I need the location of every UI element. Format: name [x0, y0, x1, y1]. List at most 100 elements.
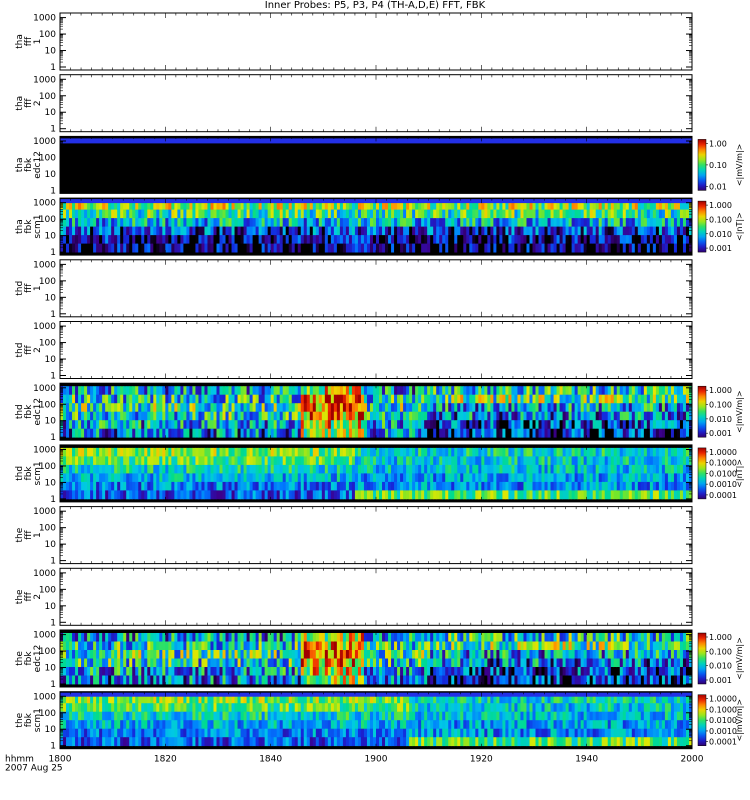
spectrogram-cell [481, 464, 485, 474]
spectrogram-cell [448, 386, 452, 396]
spectrogram-cell [192, 428, 196, 438]
spectrogram-cell [297, 243, 302, 253]
spectrogram-cell [339, 428, 344, 438]
spectrogram-cell [508, 428, 512, 438]
spectrogram-cell [430, 447, 434, 457]
spectrogram-cell [246, 490, 250, 500]
spectrogram-cell [514, 456, 518, 466]
spectrogram-cell [397, 218, 401, 227]
y-tick-label: 1000 [33, 260, 56, 270]
spectrogram-cell [520, 403, 524, 413]
spectrogram-cell [108, 386, 112, 396]
spectrogram-cell [475, 243, 479, 253]
spectrogram-cell [556, 456, 560, 466]
spectrogram-cell [213, 226, 217, 236]
spectrogram-cell [318, 394, 323, 404]
spectrogram-cell [318, 235, 323, 244]
spectrogram-cell [81, 464, 85, 474]
spectrogram-cell [84, 386, 88, 396]
spectrogram-cell [436, 420, 440, 430]
spectrogram-cell [255, 403, 260, 413]
spectrogram-cell [186, 386, 190, 396]
spectrogram-cell [330, 420, 335, 430]
spectrogram-cell [252, 403, 257, 413]
spectrogram-cell [385, 420, 389, 430]
spectrogram-cell [676, 428, 681, 438]
spectrogram-cell [427, 490, 431, 500]
spectrogram-cell [553, 490, 557, 500]
spectrogram-cell [379, 209, 383, 219]
spectrogram-cell [670, 226, 675, 236]
spectrogram-cell [279, 473, 284, 483]
spectrogram-cell [469, 456, 473, 466]
spectrogram-cell [213, 411, 217, 421]
spectrogram-cell [159, 226, 163, 236]
spectrogram-cell [90, 447, 94, 457]
spectrogram-cell [84, 473, 88, 483]
spectrogram-cell [502, 209, 506, 219]
spectrogram-cell [99, 386, 103, 396]
spectrogram-cell [571, 411, 576, 421]
spectrogram-cell [394, 481, 398, 491]
spectrogram-cell [592, 447, 597, 457]
spectrogram-cell [267, 464, 272, 474]
spectrogram-cell [379, 386, 383, 396]
spectrogram-cell [418, 394, 422, 404]
spectrogram-cell [237, 481, 241, 491]
spectrogram-cell [297, 226, 302, 236]
spectrogram-cell [418, 218, 422, 227]
spectrogram-cell [562, 464, 566, 474]
spectrogram-cell [400, 394, 404, 404]
spectrogram-cell [222, 447, 226, 457]
spectrogram-cell [499, 428, 503, 438]
spectrogram-cell [652, 411, 657, 421]
spectrogram-cell [385, 394, 389, 404]
spectrogram-cell [72, 386, 76, 396]
spectrogram-cell [258, 420, 263, 430]
spectrogram-cell [418, 209, 422, 219]
spectrogram-cell [78, 490, 82, 500]
spectrogram-cell [403, 243, 407, 253]
spectrogram-cell [490, 235, 494, 244]
spectrogram-cell [589, 235, 594, 244]
spectrogram-cell [421, 490, 425, 500]
spectrogram-cell [481, 481, 485, 491]
spectrogram-cell [324, 403, 329, 413]
spectrogram-cell [177, 243, 181, 253]
spectrogram-cell [201, 226, 205, 236]
spectrogram-cell [267, 473, 272, 483]
spectrogram-cell [198, 243, 202, 253]
spectrogram-cell [72, 243, 76, 253]
spectrogram-cell [177, 403, 181, 413]
spectrogram-cell [246, 411, 250, 421]
spectrogram-cell [526, 420, 530, 430]
spectrogram-cell [610, 403, 615, 413]
spectrogram-cell [84, 394, 88, 404]
spectrogram-cell [580, 420, 585, 430]
spectrogram-cell [147, 403, 151, 413]
spectrogram-cell [430, 456, 434, 466]
spectrogram-cell [348, 481, 353, 491]
spectrogram-cell [363, 394, 368, 404]
spectrogram-cell [174, 473, 178, 483]
spectrogram-cell [309, 235, 314, 244]
spectrogram-cell [481, 411, 485, 421]
spectrogram-cell [424, 218, 428, 227]
spectrogram-cell [186, 218, 190, 227]
spectrogram-cell [66, 386, 70, 396]
spectrogram-cell [102, 394, 106, 404]
spectrogram-cell [345, 243, 350, 253]
spectrogram-cell [249, 394, 254, 404]
spectrogram-cell [487, 447, 491, 457]
spectrogram-cell [159, 420, 163, 430]
spectrogram-cell [189, 394, 193, 404]
spectrogram-cell [354, 456, 359, 466]
spectrogram-cell [258, 411, 263, 421]
spectrogram-cell [315, 481, 320, 491]
spectrogram-cell [616, 447, 621, 457]
spectrogram-cell [421, 209, 425, 219]
spectrogram-cell [658, 403, 663, 413]
spectrogram-cell [117, 235, 121, 244]
spectrogram-cell [165, 226, 169, 236]
spectrogram-cell [327, 235, 332, 244]
